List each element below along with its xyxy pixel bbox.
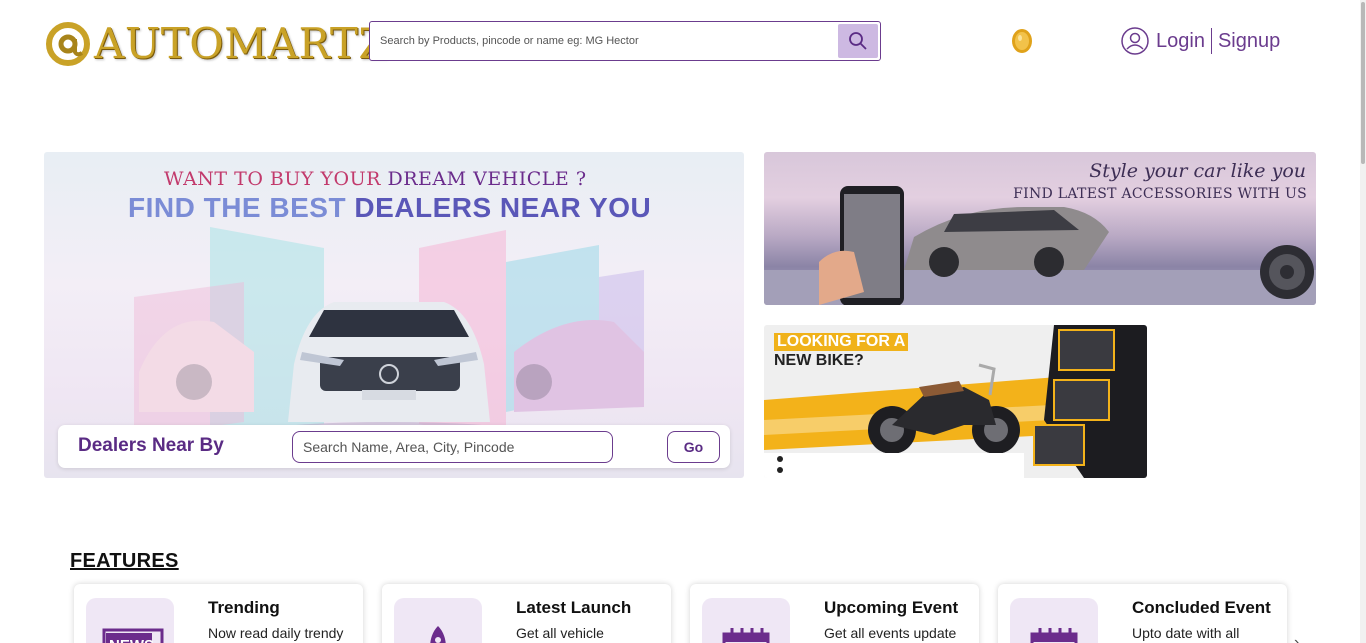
accessories-tagline: Style your car like you <box>1089 160 1306 182</box>
hero-headline-1-a: WANT TO BUY YOUR <box>164 168 388 190</box>
new-bike-banner[interactable]: LOOKING FOR A NEW BIKE? <box>764 325 1147 478</box>
svg-text:NEWS: NEWS <box>109 637 154 643</box>
feature-card-trending[interactable]: NEWS Trending Now read daily trendy <box>74 584 363 643</box>
rocket-icon <box>394 598 482 643</box>
search-icon <box>849 32 867 50</box>
user-icon <box>1121 27 1149 55</box>
accessories-headline: FIND LATEST ACCESSORIES WITH US <box>1013 186 1307 202</box>
hero-headline-2: FIND THE BEST DEALERS NEAR YOU <box>128 192 651 224</box>
feature-card-upcoming-event[interactable]: Upcoming Event Get all events update <box>690 584 979 643</box>
hero-headline-1: WANT TO BUY YOUR DREAM VEHICLE ? <box>164 168 587 190</box>
calendar-icon <box>702 598 790 643</box>
dealers-hero-banner[interactable]: WANT TO BUY YOUR DREAM VEHICLE ? FIND TH… <box>44 152 744 478</box>
go-button[interactable]: Go <box>667 431 720 463</box>
login-link[interactable]: Login <box>1156 30 1205 53</box>
dealer-search-input[interactable] <box>292 431 613 463</box>
features-heading: FEATURES <box>70 550 179 572</box>
search-button[interactable] <box>838 24 878 58</box>
feature-card-latest-launch[interactable]: Latest Launch Get all vehicle <box>382 584 671 643</box>
hero-headline-2-a: FIND THE BEST <box>128 192 355 223</box>
calendar-check-icon <box>1010 598 1098 643</box>
hero-headline-2-b: DEALERS NEAR YOU <box>354 192 652 223</box>
coin-icon[interactable] <box>1011 28 1033 54</box>
feature-card-title: Trending <box>208 598 280 617</box>
feature-card-title: Latest Launch <box>516 598 632 617</box>
feature-card-desc: Now read daily trendy <box>208 625 344 641</box>
hero-headline-1-b: DREAM VEHICLE ? <box>387 168 587 190</box>
site-logo[interactable]: AUTOMARTZ <box>44 18 388 68</box>
auth-links: Login Signup <box>1121 26 1280 56</box>
feature-card-desc: Get all events update <box>824 625 957 641</box>
bike-headline-2: NEW BIKE? <box>774 352 864 369</box>
product-search-input[interactable] <box>370 22 838 60</box>
carousel-next-icon[interactable]: › <box>1294 634 1299 643</box>
accessories-banner[interactable]: Style your car like you FIND LATEST ACCE… <box>764 152 1316 305</box>
bike-headline-1: LOOKING FOR A <box>774 333 909 351</box>
feature-card-title: Concluded Event <box>1132 598 1271 617</box>
dealers-near-by-label: Dealers Near By <box>78 435 224 456</box>
auth-divider <box>1210 28 1212 54</box>
site-header: AUTOMARTZ Login Signup <box>0 0 1366 85</box>
signup-link[interactable]: Signup <box>1218 30 1280 53</box>
news-icon: NEWS <box>86 598 174 643</box>
feature-card-title: Upcoming Event <box>824 598 959 617</box>
scrollbar-thumb[interactable] <box>1361 2 1365 164</box>
feature-card-desc: Upto date with all <box>1132 625 1240 641</box>
logo-wordmark: AUTOMARTZ <box>94 18 389 68</box>
feature-card-desc: Get all vehicle <box>516 625 604 641</box>
product-search <box>369 21 881 61</box>
feature-card-concluded-event[interactable]: Concluded Event Upto date with all <box>998 584 1287 643</box>
at-symbol-logo-icon <box>46 22 90 66</box>
page-scrollbar[interactable] <box>1360 0 1366 643</box>
dealer-search-bar: Dealers Near By Go <box>58 425 730 468</box>
